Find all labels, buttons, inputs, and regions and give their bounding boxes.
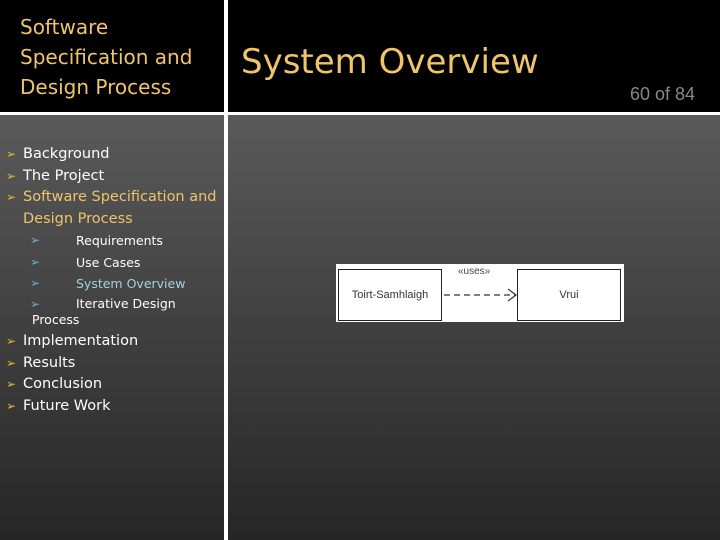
- divider: [224, 0, 228, 540]
- arrow-bullet-icon: ➢: [6, 377, 17, 392]
- relation-label: «uses»: [458, 266, 491, 277]
- outline-item[interactable]: ➢ Implementation: [6, 331, 221, 353]
- outline-item-current-section[interactable]: ➢ Software Specification and Design Proce…: [6, 187, 221, 230]
- item-label: The Project: [23, 167, 105, 184]
- outline-subitem-current[interactable]: ➢ System Overview: [6, 273, 221, 295]
- item-label: Requirements: [76, 233, 163, 248]
- component-box: Vrui: [517, 269, 621, 321]
- item-label: Iterative Design: [76, 296, 176, 312]
- section-title: Software Specification and Design Proces…: [20, 15, 193, 99]
- component-box: Toirt-Samhlaigh: [338, 269, 442, 321]
- item-label: Use Cases: [76, 254, 141, 270]
- dashed-arrow-icon: [444, 288, 517, 302]
- outline-item[interactable]: ➢ Future Work: [6, 396, 221, 418]
- item-label: Background: [23, 146, 110, 162]
- arrow-bullet-icon: ➢: [6, 398, 17, 413]
- arrow-bullet-icon: ➢: [30, 297, 41, 312]
- outline-item[interactable]: ➢ Conclusion: [6, 374, 221, 396]
- arrow-bullet-icon: ➢: [30, 233, 41, 247]
- item-label: Conclusion: [23, 376, 103, 393]
- item-label: Software Specification and Design Proces…: [23, 189, 217, 227]
- arrow-bullet-icon: ➢: [6, 147, 17, 161]
- divider: [0, 112, 720, 115]
- page-number: 60 of 84: [630, 84, 696, 104]
- subitem-continuation: Process: [32, 312, 80, 328]
- arrow-bullet-icon: ➢: [30, 254, 41, 269]
- arrow-bullet-icon: ➢: [6, 190, 17, 204]
- arrow-bullet-icon: ➢: [6, 168, 17, 183]
- outline-subitem[interactable]: ➢ Requirements: [6, 230, 221, 252]
- slide-title: System Overview: [241, 42, 539, 82]
- arrow-bullet-icon: ➢: [30, 276, 41, 291]
- outline-item[interactable]: ➢ The Project: [6, 166, 221, 188]
- item-label: Results: [23, 354, 76, 371]
- outline-subitem[interactable]: ➢ Iterative Design: [6, 295, 221, 313]
- outline-item[interactable]: ➢ Background: [6, 144, 221, 166]
- item-label: Future Work: [23, 397, 111, 414]
- outline-item[interactable]: ➢ Results: [6, 353, 221, 375]
- uml-diagram: Toirt-Samhlaigh Vrui «uses»: [336, 264, 624, 322]
- item-label: Implementation: [23, 333, 139, 350]
- item-label: System Overview: [76, 276, 186, 292]
- arrow-bullet-icon: ➢: [6, 355, 17, 370]
- outline-subitem[interactable]: ➢ Use Cases: [6, 252, 221, 274]
- arrow-bullet-icon: ➢: [6, 334, 17, 349]
- outline: ➢ Background ➢ The Project ➢ Software Speci…: [6, 144, 221, 417]
